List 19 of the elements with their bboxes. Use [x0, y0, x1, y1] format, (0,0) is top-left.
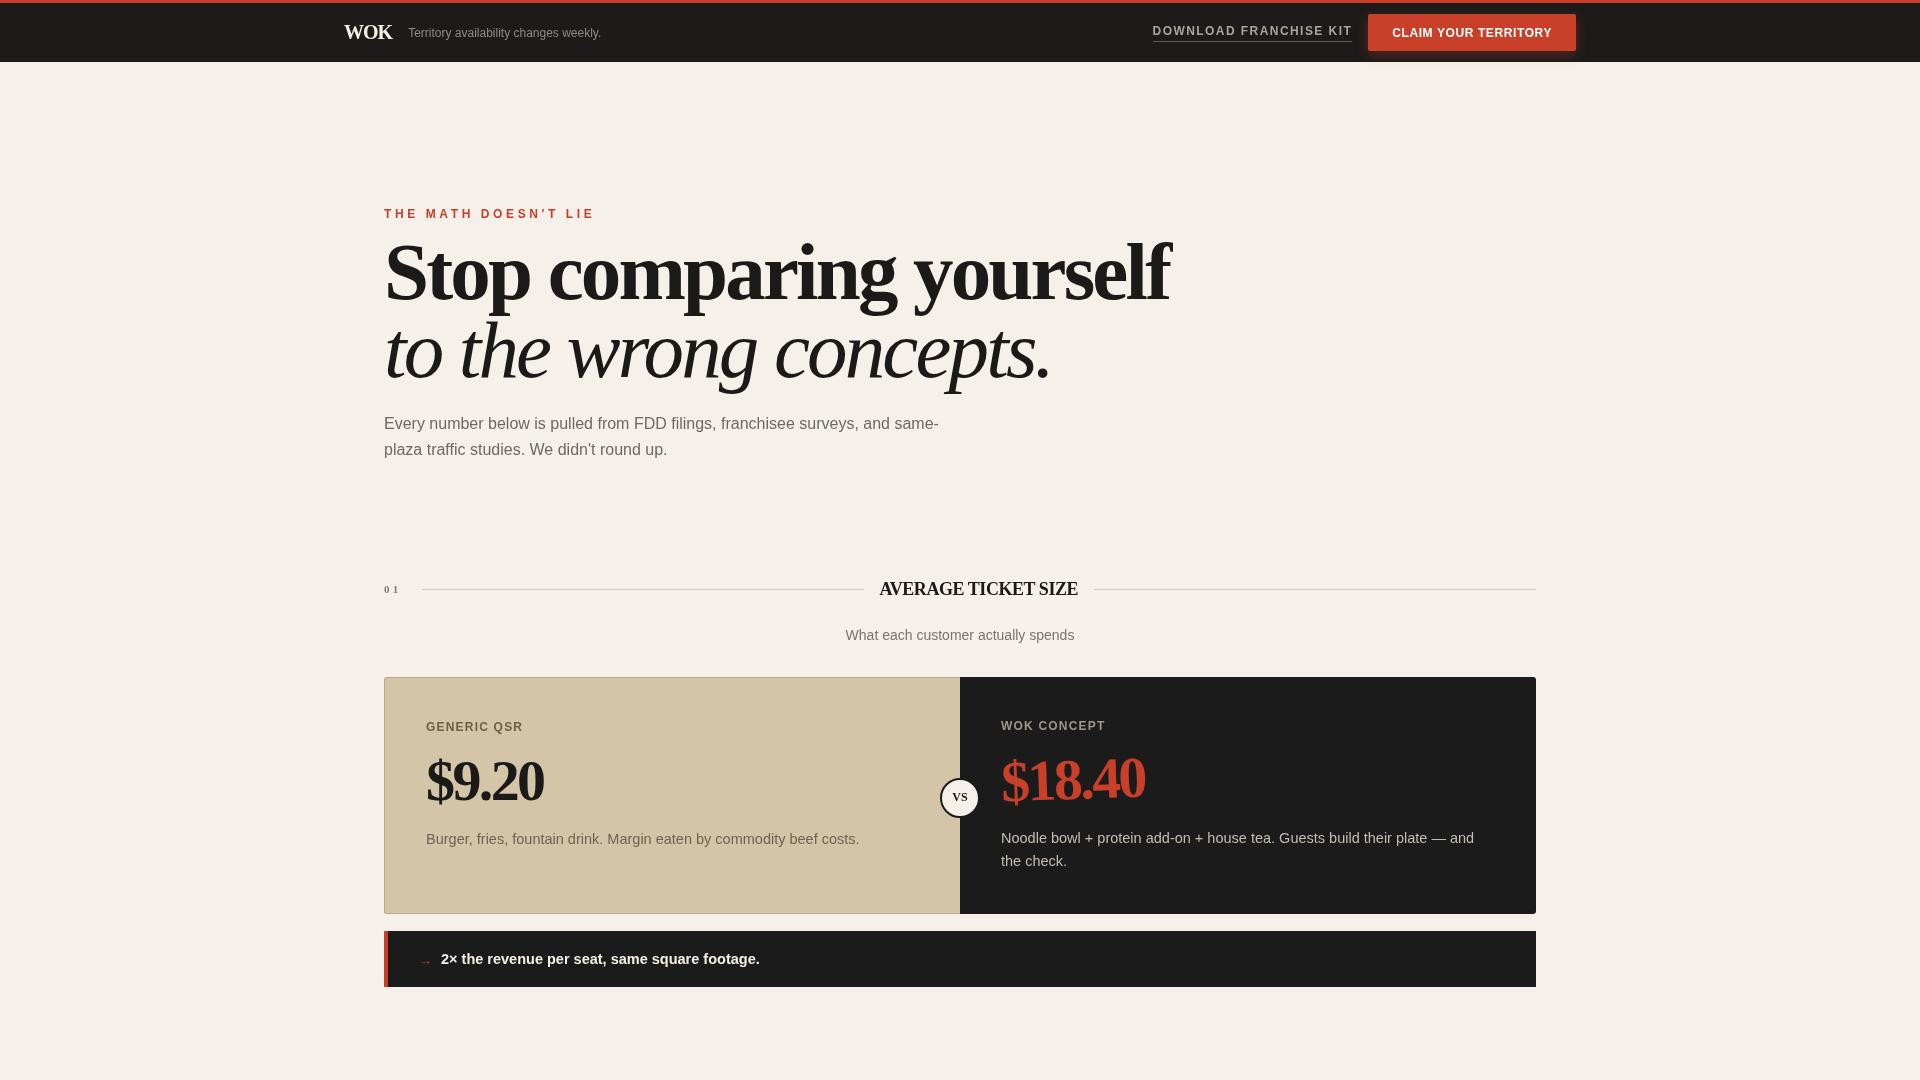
card-description: Burger, fries, fountain drink. Margin eaten by commodity beef costs.	[426, 830, 861, 849]
claim-territory-button[interactable]: CLAIM YOUR TERRITORY	[1368, 14, 1576, 51]
eyebrow-text: THE MATH DOESN'T LIE	[384, 207, 596, 221]
callout-text: 2× the revenue per seat, same square footage.	[441, 951, 760, 967]
intro-text: Every number below is pulled from FDD filings, franchisee surveys, and same-plaza traffic studies. We didn't round up.	[384, 414, 940, 460]
headline: to the wrong concepts.	[384, 317, 1052, 395]
price-text: $9.20	[426, 749, 544, 813]
headline: Stop comparing yourself	[384, 239, 1172, 317]
section-subtitle: What each customer actually spends	[845, 626, 1075, 644]
section-number: 01	[384, 583, 402, 595]
card-label: GENERIC QSR	[426, 720, 524, 735]
card-label: WOK CONCEPT	[1001, 719, 1106, 734]
arrow-icon: →	[419, 952, 432, 969]
download-kit-link[interactable]: DOWNLOAD FRANCHISE KIT	[1152, 23, 1353, 42]
card-description: Noodle bowl + protein add-on + house tea. Guests build their plate — and the check.	[1001, 829, 1476, 871]
logo[interactable]: WOK	[344, 21, 393, 44]
price-text: $18.40	[999, 745, 1146, 815]
section-title: AVERAGE TICKET SIZE	[879, 578, 1079, 601]
tagline: Territory availability changes weekly.	[408, 25, 602, 40]
